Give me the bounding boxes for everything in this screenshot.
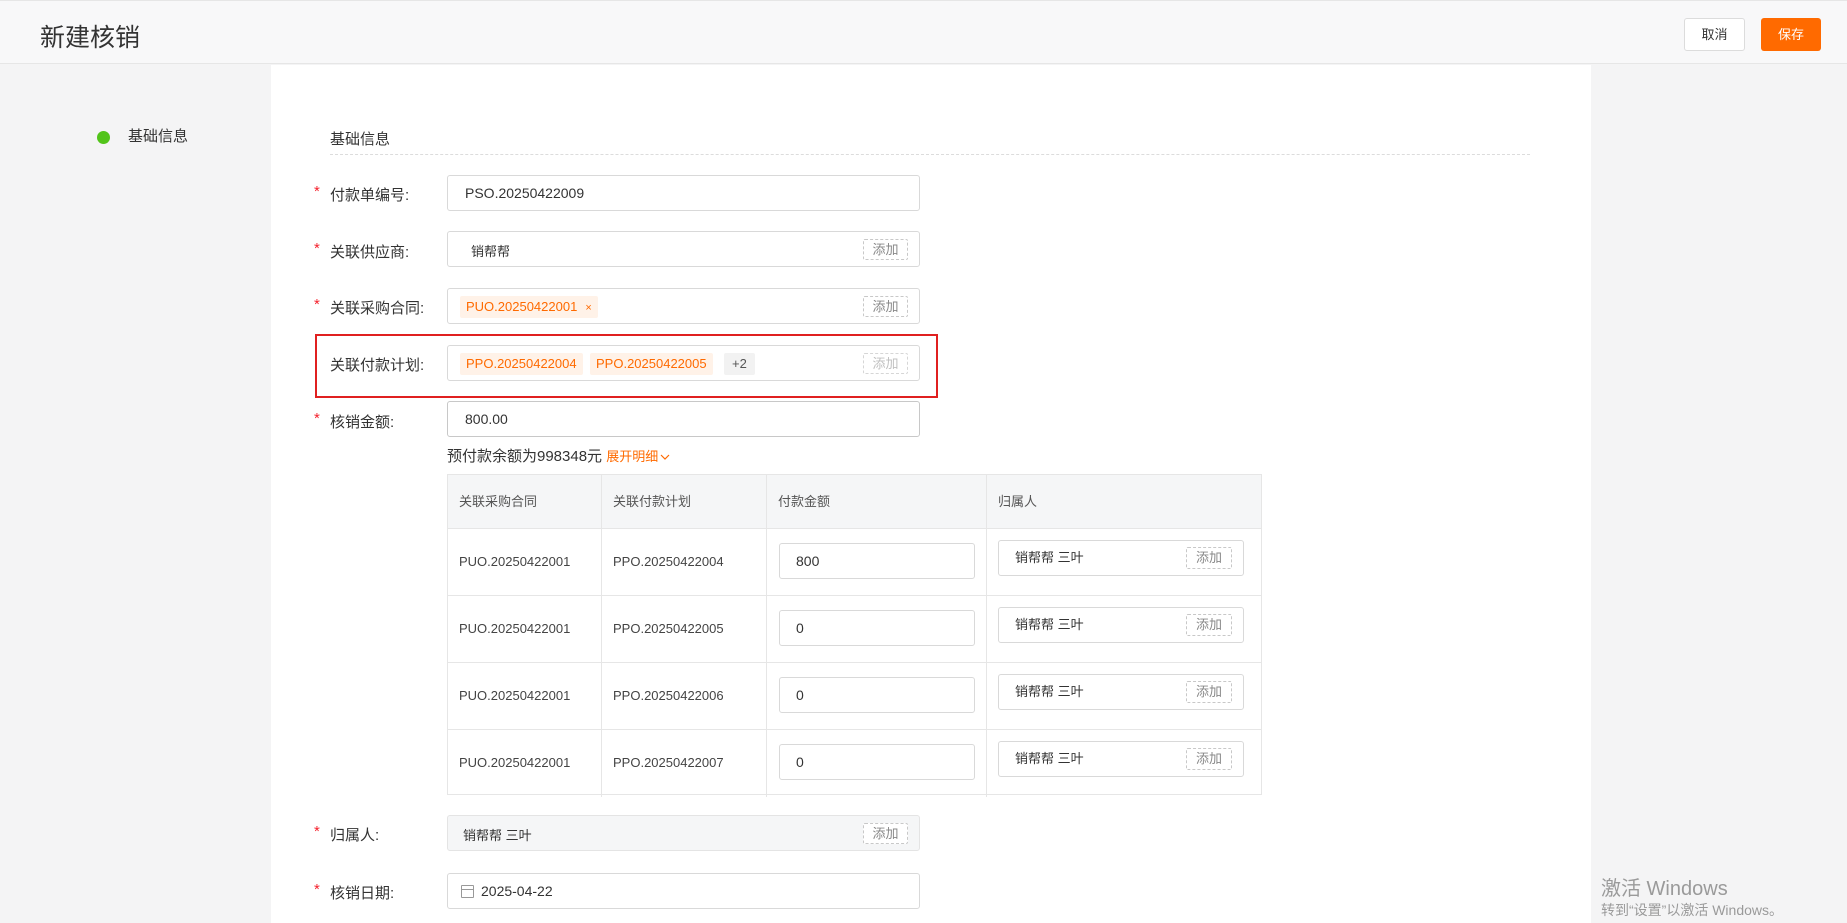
date-value: 2025-04-22 xyxy=(481,883,553,899)
table-cell-owner: 销帮帮 三叶 添加 xyxy=(987,529,1261,596)
section-nav xyxy=(0,65,270,923)
owner-label: 归属人: xyxy=(330,827,380,844)
row-owner-add-button[interactable]: 添加 xyxy=(1186,681,1232,703)
plan-field[interactable]: PPO.20250422004 PPO.20250422005 +2 添加 xyxy=(447,345,920,381)
table-cell-plan: PPO.20250422004 xyxy=(602,529,767,596)
close-icon[interactable]: × xyxy=(585,302,591,314)
windows-watermark-subtitle: 转到“设置”以激活 Windows。 xyxy=(1601,902,1784,918)
row-amount-input[interactable]: 0 xyxy=(779,744,975,780)
row-owner-field[interactable]: 销帮帮 三叶 添加 xyxy=(998,607,1244,643)
chevron-down-icon xyxy=(660,454,670,460)
top-bar: 新建核销 取消 保存 xyxy=(0,0,1847,64)
required-mark: * xyxy=(314,240,320,257)
row-owner-value: 销帮帮 三叶 xyxy=(1015,550,1084,565)
contract-tag: PUO.20250422001 × xyxy=(460,296,598,318)
page-title: 新建核销 xyxy=(40,24,141,52)
supplier-field[interactable]: 销帮帮 添加 xyxy=(447,231,920,267)
plan-more-tag[interactable]: +2 xyxy=(724,353,755,375)
detail-table: 关联采购合同 关联付款计划 付款金额 归属人 PUO.20250422001 P… xyxy=(447,474,1262,797)
nav-active-dot-icon xyxy=(97,131,110,144)
balance-text: 预付款余额为998348元 xyxy=(447,448,603,465)
plan-add-button[interactable]: 添加 xyxy=(863,353,908,374)
row-owner-add-button[interactable]: 添加 xyxy=(1186,614,1232,636)
table-cell-contract: PUO.20250422001 xyxy=(448,596,602,663)
table-cell-owner: 销帮帮 三叶 添加 xyxy=(987,663,1261,730)
section-title: 基础信息 xyxy=(330,131,391,148)
expand-details-link[interactable]: 展开明细 xyxy=(606,449,670,464)
required-mark: * xyxy=(314,881,320,898)
payment-no-label: 付款单编号: xyxy=(330,187,410,204)
date-label: 核销日期: xyxy=(330,885,395,902)
plan-label: 关联付款计划: xyxy=(330,357,425,374)
table-cell-plan: PPO.20250422005 xyxy=(602,596,767,663)
save-button[interactable]: 保存 xyxy=(1761,18,1821,51)
row-amount-input[interactable]: 0 xyxy=(779,610,975,646)
required-mark: * xyxy=(314,823,320,840)
table-cell-contract: PUO.20250422001 xyxy=(448,663,602,730)
row-owner-field[interactable]: 销帮帮 三叶 添加 xyxy=(998,741,1244,777)
row-amount-input[interactable]: 0 xyxy=(779,677,975,713)
table-cell-contract: PUO.20250422001 xyxy=(448,529,602,596)
expand-details-label: 展开明细 xyxy=(606,449,659,464)
supplier-add-button[interactable]: 添加 xyxy=(863,239,908,260)
table-cell-amount: 0 xyxy=(767,596,987,663)
table-cell-amount: 0 xyxy=(767,730,987,797)
row-owner-field[interactable]: 销帮帮 三叶 添加 xyxy=(998,674,1244,710)
payment-no-value: PSO.20250422009 xyxy=(465,185,585,201)
table-header-cell: 关联付款计划 xyxy=(602,475,767,529)
table-header-cell: 关联采购合同 xyxy=(448,475,602,529)
row-owner-add-button[interactable]: 添加 xyxy=(1186,748,1232,770)
row-owner-value: 销帮帮 三叶 xyxy=(1015,684,1084,699)
supplier-label: 关联供应商: xyxy=(330,244,410,261)
amount-label: 核销金额: xyxy=(330,414,395,431)
table-cell-owner: 销帮帮 三叶 添加 xyxy=(987,596,1261,663)
table-cell-plan: PPO.20250422007 xyxy=(602,730,767,797)
contract-field[interactable]: PUO.20250422001 × 添加 xyxy=(447,288,920,324)
row-owner-value: 销帮帮 三叶 xyxy=(1015,751,1084,766)
payment-no-input[interactable]: PSO.20250422009 xyxy=(447,175,920,211)
owner-add-button[interactable]: 添加 xyxy=(863,823,908,844)
nav-item-basic-info[interactable]: 基础信息 xyxy=(128,125,188,146)
row-owner-add-button[interactable]: 添加 xyxy=(1186,547,1232,569)
amount-value: 800.00 xyxy=(465,411,508,427)
row-owner-value: 销帮帮 三叶 xyxy=(1015,617,1084,632)
required-mark: * xyxy=(314,410,320,427)
contract-label: 关联采购合同: xyxy=(330,300,425,317)
table-cell-plan: PPO.20250422006 xyxy=(602,663,767,730)
balance-info: 预付款余额为998348元 展开明细 xyxy=(447,445,670,466)
row-amount-input[interactable]: 800 xyxy=(779,543,975,579)
contract-tag-label: PUO.20250422001 xyxy=(466,299,578,314)
section-divider xyxy=(330,154,1530,155)
windows-watermark-title: 激活 Windows xyxy=(1601,878,1728,900)
owner-value: 销帮帮 三叶 xyxy=(463,828,532,843)
supplier-value: 销帮帮 xyxy=(471,244,511,259)
calendar-icon xyxy=(461,885,474,898)
owner-field[interactable]: 销帮帮 三叶 添加 xyxy=(447,815,920,851)
row-owner-field[interactable]: 销帮帮 三叶 添加 xyxy=(998,540,1244,576)
table-cell-amount: 0 xyxy=(767,663,987,730)
table-cell-owner: 销帮帮 三叶 添加 xyxy=(987,730,1261,797)
plan-tag: PPO.20250422005 xyxy=(590,353,713,375)
date-picker[interactable]: 2025-04-22 xyxy=(447,873,920,909)
table-cell-contract: PUO.20250422001 xyxy=(448,730,602,797)
cancel-button[interactable]: 取消 xyxy=(1684,18,1745,51)
plan-tag: PPO.20250422004 xyxy=(460,353,583,375)
contract-add-button[interactable]: 添加 xyxy=(863,296,908,317)
table-cell-amount: 800 xyxy=(767,529,987,596)
table-header-cell: 归属人 xyxy=(987,475,1261,529)
required-mark: * xyxy=(314,183,320,200)
required-mark: * xyxy=(314,296,320,313)
amount-input[interactable]: 800.00 xyxy=(447,401,920,437)
table-header-cell: 付款金额 xyxy=(767,475,987,529)
